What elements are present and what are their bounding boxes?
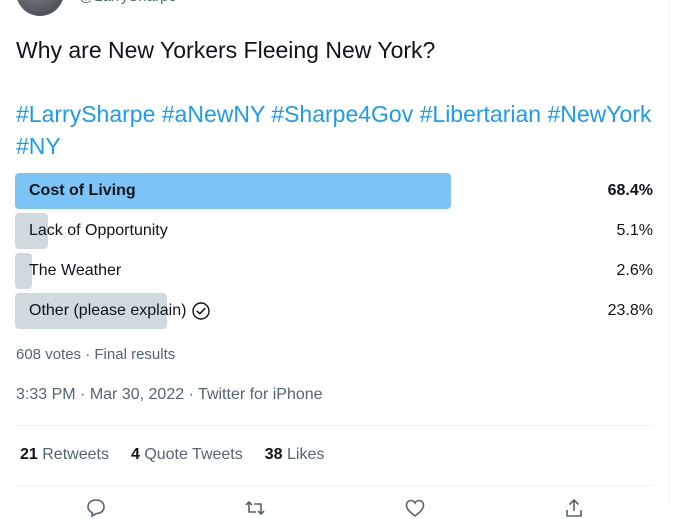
like-icon[interactable] xyxy=(404,497,426,519)
poll: Cost of Living 68.4% Lack of Opportunity… xyxy=(15,173,653,333)
quote-tweets-label: Quote Tweets xyxy=(144,446,243,463)
quote-tweets-count: 4 xyxy=(130,446,140,463)
timestamp-separator: · xyxy=(80,386,86,403)
divider xyxy=(16,425,654,426)
likes-stat[interactable]: 38 Likes xyxy=(265,446,325,464)
poll-option-percent: 23.8% xyxy=(607,302,653,319)
hashtag-link[interactable]: #NY xyxy=(16,133,61,159)
poll-option-label: Other (please explain) xyxy=(15,302,211,320)
tweet-timestamp: 3:33 PM · Mar 30, 2022 · Twitter for iPh… xyxy=(16,386,323,404)
tweet-header: @LarrySharpe xyxy=(16,0,177,16)
avatar[interactable] xyxy=(16,0,64,16)
poll-separator: · xyxy=(85,346,91,363)
tweet-question: Why are New Yorkers Fleeing New York? xyxy=(16,37,436,63)
poll-option-text: The Weather xyxy=(29,262,122,279)
engagement-stats: 21 Retweets 4 Quote Tweets 38 Likes xyxy=(20,446,324,464)
poll-vote-count: 608 votes xyxy=(16,346,82,363)
poll-option-percent: 5.1% xyxy=(616,222,653,239)
poll-option: Cost of Living 68.4% xyxy=(15,173,653,209)
likes-label: Likes xyxy=(287,446,325,463)
poll-option-text: Cost of Living xyxy=(29,182,136,199)
tweet-text: Why are New Yorkers Fleeing New York? #L… xyxy=(16,34,656,162)
quote-tweets-stat[interactable]: 4 Quote Tweets xyxy=(131,446,243,464)
poll-option-text: Other (please explain) xyxy=(29,302,187,319)
poll-option-percent: 2.6% xyxy=(616,262,653,279)
poll-option: Lack of Opportunity 5.1% xyxy=(15,213,653,249)
poll-option: The Weather 2.6% xyxy=(15,253,653,289)
poll-option-label: The Weather xyxy=(15,262,121,280)
check-circle-icon xyxy=(192,302,211,320)
author-handle[interactable]: @LarrySharpe xyxy=(79,0,177,16)
tweet-time[interactable]: 3:33 PM xyxy=(16,386,76,403)
divider xyxy=(16,485,654,486)
likes-count: 38 xyxy=(264,446,283,463)
tweet-date[interactable]: Mar 30, 2022 xyxy=(90,386,184,403)
retweet-icon[interactable] xyxy=(244,497,266,519)
poll-status: Final results xyxy=(94,346,176,363)
hashtag-link[interactable]: #Sharpe4Gov xyxy=(271,101,413,127)
tweet-actions xyxy=(16,497,654,519)
hashtag-link[interactable]: #Libertarian xyxy=(420,101,541,127)
tweet-hashtags: #LarrySharpe #aNewNY #Sharpe4Gov #Libert… xyxy=(16,98,656,162)
poll-option-label: Lack of Opportunity xyxy=(15,222,168,240)
retweets-count: 21 xyxy=(20,446,38,463)
hashtag-link[interactable]: #aNewNY xyxy=(162,101,265,127)
poll-option: Other (please explain) 23.8% xyxy=(15,293,653,329)
poll-option-percent: 68.4% xyxy=(607,182,653,199)
poll-option-text: Lack of Opportunity xyxy=(29,222,168,239)
retweets-label: Retweets xyxy=(42,446,109,463)
hashtag-link[interactable]: #NewYork xyxy=(547,101,651,127)
share-icon[interactable] xyxy=(563,497,585,519)
poll-summary: 608 votes · Final results xyxy=(16,346,175,363)
timestamp-separator: · xyxy=(188,386,194,403)
reply-icon[interactable] xyxy=(85,497,107,519)
poll-option-label: Cost of Living xyxy=(15,182,136,200)
tweet-source[interactable]: Twitter for iPhone xyxy=(198,386,323,403)
retweets-stat[interactable]: 21 Retweets xyxy=(20,446,109,464)
hashtag-link[interactable]: #LarrySharpe xyxy=(16,101,155,127)
column-border xyxy=(669,0,670,504)
